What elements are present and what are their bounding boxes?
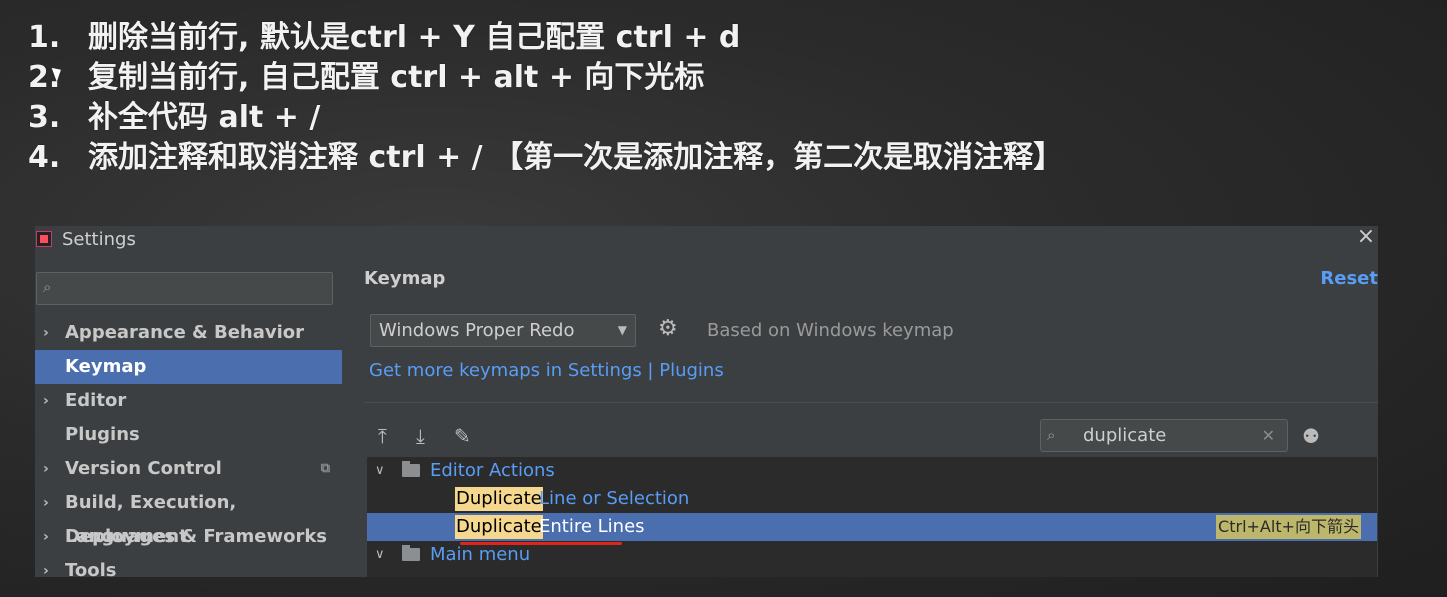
sidebar-item-tools[interactable]: › Tools — [35, 554, 342, 577]
keymap-panel: Keymap Reset Windows Proper Redo ▼ ⚙ Bas… — [342, 258, 1378, 577]
chevron-down-icon[interactable]: ∨ — [375, 457, 385, 485]
chevron-right-icon[interactable]: › — [43, 316, 49, 350]
collapse-all-icon[interactable]: ⤓ — [416, 424, 425, 448]
settings-search-input[interactable]: ⌕ — [36, 272, 333, 305]
chevron-right-icon[interactable]: › — [43, 554, 49, 577]
close-icon[interactable]: × — [1354, 226, 1378, 249]
sidebar-item-keymap[interactable]: Keymap — [35, 350, 342, 384]
sidebar-item-version-control[interactable]: › Version Control ⧉ — [35, 452, 342, 486]
chevron-down-icon: ▼ — [617, 323, 627, 337]
gear-icon[interactable]: ⚙ — [658, 316, 678, 341]
tree-item-duplicate-entire-lines[interactable]: Duplicate Entire Lines Ctrl+Alt+向下箭头 — [367, 513, 1377, 541]
sidebar-item-editor[interactable]: › Editor — [35, 384, 342, 418]
search-icon: ⌕ — [1047, 426, 1056, 444]
based-on-label: Based on Windows keymap — [707, 320, 954, 341]
note-line-2: 2. 复制当前行, 自己配置 ctrl + alt + 向下光标 — [28, 60, 705, 95]
chevron-right-icon[interactable]: › — [43, 452, 49, 486]
clear-icon[interactable]: ✕ — [1262, 420, 1275, 451]
search-highlight: Duplicate — [455, 515, 543, 539]
project-settings-icon: ⧉ — [320, 461, 330, 476]
tree-group-main-menu[interactable]: ∨ Main menu — [367, 541, 1377, 569]
folder-icon — [402, 545, 420, 561]
chevron-right-icon[interactable]: › — [43, 520, 49, 554]
title-bar: Settings × — [35, 226, 1378, 256]
action-search-input[interactable]: ⌕ duplicate ✕ — [1040, 419, 1288, 452]
folder-icon — [402, 461, 420, 477]
search-highlight: Duplicate — [455, 487, 543, 511]
sidebar-item-languages-frameworks[interactable]: › Languages & Frameworks — [35, 520, 342, 554]
find-by-shortcut-icon[interactable]: ⚉ — [1302, 424, 1320, 448]
sidebar-item-appearance-behavior[interactable]: › Appearance & Behavior — [35, 316, 342, 350]
window-title: Settings — [62, 229, 136, 250]
get-more-keymaps-link[interactable]: Get more keymaps in Settings | Plugins — [369, 360, 724, 381]
note-line-1: 1. 删除当前行, 默认是ctrl + Y 自己配置 ctrl + d — [28, 20, 741, 55]
shortcut-badge: Ctrl+Alt+向下箭头 — [1216, 515, 1361, 539]
edit-pencil-icon[interactable]: ✎ — [454, 424, 471, 448]
chevron-right-icon[interactable]: › — [43, 384, 49, 418]
tree-group-editor-actions[interactable]: ∨ Editor Actions — [367, 457, 1377, 485]
settings-sidebar: ⌕ › Appearance & Behavior Keymap › Edito… — [35, 258, 342, 577]
search-icon: ⌕ — [43, 278, 52, 296]
note-line-4: 4. 添加注释和取消注释 ctrl + / 【第一次是添加注释，第二次是取消注释】 — [28, 140, 1064, 175]
note-line-3: 3. 补全代码 alt + / — [28, 100, 321, 135]
sidebar-item-build-execution-deployment[interactable]: › Build, Execution, Deployment — [35, 486, 342, 547]
expand-all-icon[interactable]: ⤒ — [378, 424, 387, 448]
divider — [364, 402, 1378, 403]
chevron-down-icon[interactable]: ∨ — [375, 541, 385, 569]
intellij-app-icon — [36, 231, 52, 247]
reset-link[interactable]: Reset — [1320, 268, 1378, 289]
action-tree: ∨ Editor Actions Duplicate Line or Selec… — [367, 457, 1377, 577]
tree-item-duplicate-line[interactable]: Duplicate Line or Selection — [367, 485, 1377, 513]
sidebar-item-plugins[interactable]: Plugins — [35, 418, 342, 452]
settings-window: Settings × ⌕ › Appearance & Behavior Key… — [35, 226, 1378, 577]
chevron-right-icon[interactable]: › — [43, 486, 49, 520]
page-title: Keymap — [364, 268, 446, 289]
keymap-select[interactable]: Windows Proper Redo ▼ — [370, 314, 636, 347]
